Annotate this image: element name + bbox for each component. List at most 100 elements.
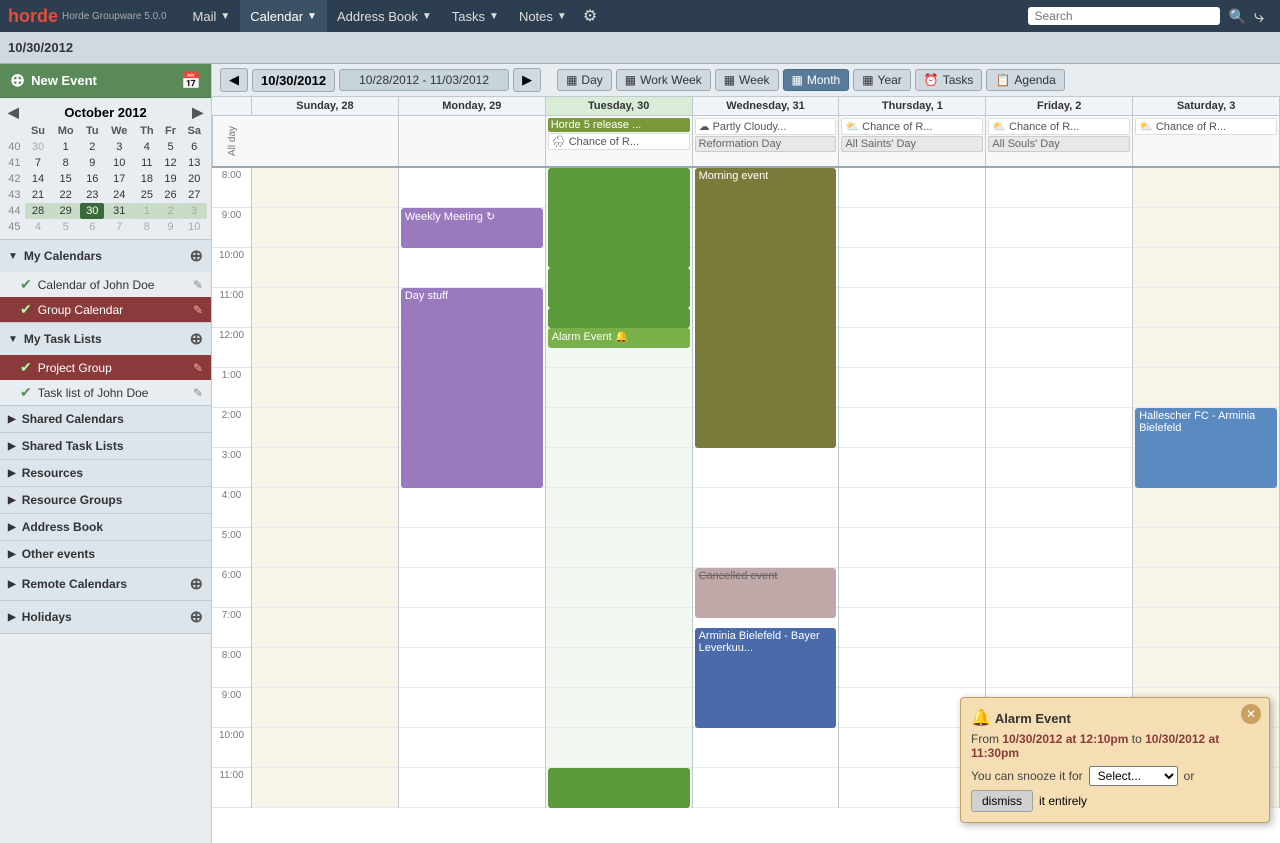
sidebar-item-task-list-john-doe[interactable]: ✔ Task list of John Doe ✎ (0, 380, 211, 405)
allday-tuesday[interactable]: Horde 5 release ... 🌧Chance of R... (546, 116, 693, 166)
mini-cal-day[interactable]: 25 (134, 187, 159, 203)
hour-cell[interactable] (986, 648, 1132, 688)
arminia-bielefeld-wednesday[interactable]: Arminia Bielefeld - Bayer Leverkuu... (695, 628, 837, 728)
chance-rain-thursday[interactable]: ⛅Chance of R... (841, 118, 983, 135)
view-week-button[interactable]: ▦ Week (715, 69, 779, 91)
hour-cell[interactable] (986, 488, 1132, 528)
mini-cal-day[interactable]: 10 (104, 155, 134, 171)
mini-cal-day[interactable]: 1 (51, 139, 80, 155)
hour-cell[interactable] (252, 608, 398, 648)
hour-cell[interactable] (1133, 528, 1279, 568)
mini-cal-day[interactable]: 12 (160, 155, 182, 171)
hour-cell[interactable] (693, 768, 839, 808)
allday-thursday[interactable]: ⛅Chance of R... All Saints' Day (839, 116, 986, 166)
hour-cell[interactable] (1133, 488, 1279, 528)
nav-calendar[interactable]: Calendar ▼ (240, 0, 327, 32)
hour-cell[interactable] (986, 248, 1132, 288)
allday-sunday[interactable] (252, 116, 399, 166)
chance-rain-friday[interactable]: ⛅Chance of R... (988, 118, 1130, 135)
nav-notes[interactable]: Notes ▼ (509, 0, 577, 32)
hour-cell[interactable] (546, 648, 692, 688)
mini-cal-day-today[interactable]: 30 (80, 203, 104, 219)
next-period-button[interactable]: ▶ (513, 68, 541, 92)
hour-cell[interactable] (399, 728, 545, 768)
hour-cell[interactable] (986, 608, 1132, 648)
hour-cell[interactable] (252, 488, 398, 528)
mini-cal-day[interactable]: 10 (181, 219, 207, 235)
hour-cell[interactable] (252, 768, 398, 808)
mini-cal-day[interactable]: 22 (51, 187, 80, 203)
day-col-tuesday[interactable]: Alarm Event 🔔 (546, 168, 693, 808)
mini-cal-day[interactable]: 9 (80, 155, 104, 171)
hour-cell[interactable] (1133, 208, 1279, 248)
mini-cal-day[interactable]: 17 (104, 171, 134, 187)
allday-wednesday[interactable]: ☁Partly Cloudy... Reformation Day (693, 116, 840, 166)
hour-cell[interactable] (399, 168, 545, 208)
shared-calendars-header[interactable]: ▶ Shared Calendars (0, 406, 211, 432)
hour-cell[interactable] (986, 288, 1132, 328)
view-year-button[interactable]: ▦ Year (853, 69, 911, 91)
view-day-button[interactable]: ▦ Day (557, 69, 612, 91)
hour-cell[interactable] (839, 328, 985, 368)
all-saints-day[interactable]: All Saints' Day (841, 136, 983, 152)
hour-cell[interactable] (399, 248, 545, 288)
hour-cell[interactable] (693, 488, 839, 528)
allday-friday[interactable]: ⛅Chance of R... All Souls' Day (986, 116, 1133, 166)
hour-cell[interactable] (546, 368, 692, 408)
edit-project-group-icon[interactable]: ✎ (193, 361, 203, 375)
hour-cell[interactable] (986, 208, 1132, 248)
horde-release-event[interactable]: Horde 5 release ... (548, 118, 690, 132)
hour-cell[interactable] (839, 368, 985, 408)
remote-calendars-header[interactable]: ▶ Remote Calendars ⊕ (0, 568, 211, 600)
nav-mail[interactable]: Mail ▼ (183, 0, 241, 32)
hour-cell[interactable] (546, 448, 692, 488)
hour-cell[interactable] (252, 408, 398, 448)
search-button[interactable]: 🔍 (1228, 8, 1245, 25)
reformation-day[interactable]: Reformation Day (695, 136, 837, 152)
hour-cell[interactable] (986, 168, 1132, 208)
hour-cell[interactable] (252, 368, 398, 408)
new-event-button[interactable]: ⊕ New Event 📅 (0, 64, 211, 98)
hour-cell[interactable] (1133, 368, 1279, 408)
mini-cal-next[interactable]: ▶ (192, 104, 203, 121)
search-input[interactable] (1034, 9, 1214, 23)
day-stuff-event[interactable]: Day stuff (401, 288, 543, 488)
hour-cell[interactable] (986, 528, 1132, 568)
hour-cell[interactable] (399, 488, 545, 528)
shared-task-lists-header[interactable]: ▶ Shared Task Lists (0, 433, 211, 459)
hour-cell[interactable] (693, 448, 839, 488)
mini-cal-day[interactable]: 21 (25, 187, 51, 203)
mini-cal-day[interactable]: 15 (51, 171, 80, 187)
mini-cal-day[interactable]: 5 (160, 139, 182, 155)
sidebar-item-project-group[interactable]: ✔ Project Group ✎ (0, 355, 211, 380)
my-task-lists-header[interactable]: ▼ My Task Lists ⊕ (0, 323, 211, 355)
mini-cal-day[interactable]: 11 (134, 155, 159, 171)
hour-cell[interactable] (839, 448, 985, 488)
hour-cell[interactable] (839, 488, 985, 528)
chance-rain-saturday[interactable]: ⛅Chance of R... (1135, 118, 1277, 135)
my-task-lists-add-icon[interactable]: ⊕ (190, 329, 203, 349)
hour-cell[interactable] (399, 688, 545, 728)
sidebar-item-calendar-john-doe[interactable]: ✔ Calendar of John Doe ✎ (0, 272, 211, 297)
hour-cell[interactable] (839, 248, 985, 288)
hour-cell[interactable] (1133, 648, 1279, 688)
hour-cell[interactable] (986, 568, 1132, 608)
mini-cal-day[interactable]: 23 (80, 187, 104, 203)
mini-cal-day[interactable]: 1 (134, 203, 159, 219)
view-month-button[interactable]: ▦ Month (783, 69, 850, 91)
hour-cell[interactable] (1133, 608, 1279, 648)
hour-cell[interactable] (839, 528, 985, 568)
tuesday-green-block[interactable] (548, 168, 690, 268)
day-header-sunday[interactable]: Sunday, 28 (252, 97, 399, 115)
view-tasks-button[interactable]: ⏰ Tasks (915, 69, 983, 91)
my-calendars-add-icon[interactable]: ⊕ (190, 246, 203, 266)
hour-cell[interactable] (839, 288, 985, 328)
holidays-add-icon[interactable]: ⊕ (190, 607, 203, 627)
hour-cell[interactable] (252, 528, 398, 568)
morning-event[interactable]: Morning event (695, 168, 837, 448)
mini-cal-day[interactable]: 26 (160, 187, 182, 203)
hour-cell[interactable] (252, 168, 398, 208)
hour-cell[interactable] (986, 408, 1132, 448)
current-date-button[interactable]: 10/30/2012 (252, 69, 335, 92)
snooze-select[interactable]: Select... 5 minutes 10 minutes 15 minute… (1089, 766, 1178, 786)
